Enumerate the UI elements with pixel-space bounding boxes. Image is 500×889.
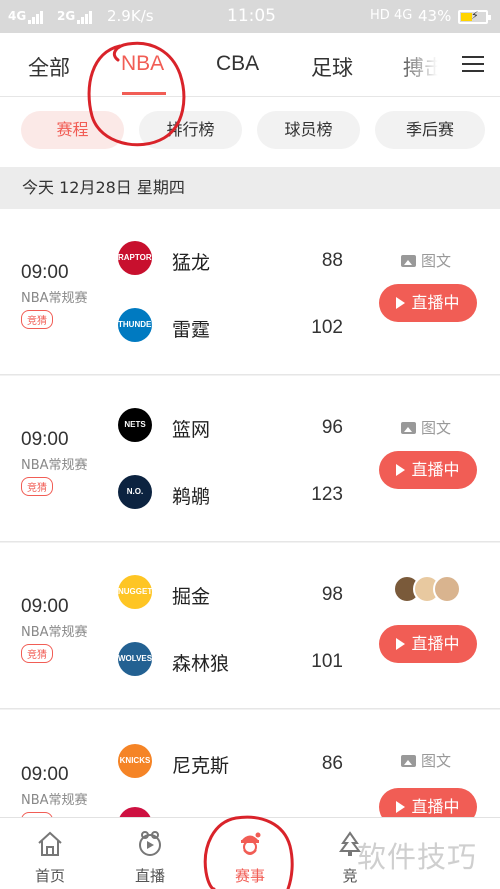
status-bar: 4G 2G 2.9K/s 11:05 HD 4G 43% ⚡ [0,0,500,33]
net-speed: 2.9K/s [107,7,154,25]
guess-badge[interactable]: 竞猜 [21,644,53,663]
date-header: 今天 12月28日 星期四 [0,167,500,209]
subtab-playoffs[interactable]: 季后赛 [375,111,485,149]
live-button[interactable]: 直播中 [379,625,477,663]
clock: 11:05 [227,6,276,26]
match-card[interactable]: 09:00 NBA常规赛 竞猜 NUGGETS 掘金 98 WOLVES 森林狼… [0,543,500,709]
text-live-link[interactable]: 图文 [401,250,451,271]
guess-badge[interactable]: 竞猜 [21,310,53,329]
text-live-link[interactable]: 图文 [401,750,451,771]
home-team-score: 98 [321,584,343,605]
home-team-logo: KNICKS [118,744,152,778]
image-icon [401,255,416,267]
match-time: 09:00 [21,262,69,283]
battery-percent: 43% [418,7,452,25]
category-tabs: 全部 NBA CBA 足球 搏击 [0,33,500,97]
home-team-name: 掘金 [172,586,211,608]
play-icon [396,464,406,476]
live-button[interactable]: 直播中 [379,451,477,489]
live-button[interactable]: 直播中 [379,284,477,322]
play-icon [396,801,406,813]
away-team-score: 101 [311,651,343,672]
away-team-score: 123 [311,484,343,505]
battery-icon: ⚡ [458,9,491,24]
home-team-logo: RAPTORS [118,241,157,275]
nav-events[interactable]: 赛事 [200,818,300,889]
away-team-name: 鹈鹕 [172,486,211,508]
home-team-name: 猛龙 [172,252,211,274]
match-league: NBA常规赛 [21,793,88,808]
tab-nba[interactable]: NBA [121,52,164,76]
signal-2g: 2G [57,9,93,24]
home-team-score: 88 [321,250,343,271]
signal-4g: 4G [8,9,44,24]
home-team-name: 尼克斯 [172,755,230,777]
nav-live-label: 直播 [134,867,165,885]
nav-home-label: 首页 [34,867,65,885]
guess-badge[interactable]: 竞猜 [21,477,53,496]
active-tab-indicator [122,92,166,95]
watermark: 软件技巧 [357,840,478,874]
text-live-link[interactable]: 图文 [401,417,451,438]
signal-bars-icon [28,10,44,24]
live-icon [139,831,161,856]
hd-indicator: HD 4G [370,8,413,23]
signal-bars-icon [77,10,93,24]
tabs-fade [395,33,445,95]
play-icon [396,638,406,650]
home-team-logo: NETS [118,408,152,442]
match-card[interactable]: 09:00 NBA常规赛 竞猜 RAPTORS 猛龙 88 THUNDER 雷霆… [0,209,500,375]
match-league: NBA常规赛 [21,625,88,640]
nav-home[interactable]: 首页 [0,818,100,889]
away-team-logo: N.O. [118,475,152,509]
tab-cba[interactable]: CBA [216,52,259,76]
home-team-logo: NUGGETS [118,575,158,609]
tab-football[interactable]: 足球 [311,52,353,82]
away-team-logo: THUNDER [118,308,157,342]
match-time: 09:00 [21,596,69,617]
match-time: 09:00 [21,764,69,785]
tab-all[interactable]: 全部 [28,52,70,82]
match-card[interactable]: 09:00 NBA常规赛 竞猜 NETS 篮网 96 N.O. 鹈鹕 123 图… [0,376,500,542]
avatar [433,575,461,603]
home-team-score: 86 [321,753,343,774]
away-team-name: 森林狼 [172,653,230,675]
nav-events-label: 赛事 [234,867,265,885]
home-team-name: 篮网 [172,419,211,441]
home-icon [38,831,62,856]
match-league: NBA常规赛 [21,291,88,306]
away-team-name: 雷霆 [172,319,211,341]
subtab-player-rankings[interactable]: 球员榜 [257,111,360,149]
image-icon [401,755,416,767]
subtab-schedule[interactable]: 赛程 [21,111,124,149]
play-icon [396,297,406,309]
sub-tabs: 赛程 排行榜 球员榜 季后赛 [0,97,500,167]
home-team-score: 96 [321,417,343,438]
match-time: 09:00 [21,429,69,450]
nav-live[interactable]: 直播 [100,818,200,889]
away-team-logo: WOLVES [118,642,152,676]
image-icon [401,422,416,434]
menu-icon[interactable] [462,56,484,74]
match-league: NBA常规赛 [21,458,88,473]
away-team-score: 102 [311,317,343,338]
subtab-rankings[interactable]: 排行榜 [139,111,242,149]
santa-icon [241,832,261,855]
commentator-avatars[interactable] [393,575,473,605]
